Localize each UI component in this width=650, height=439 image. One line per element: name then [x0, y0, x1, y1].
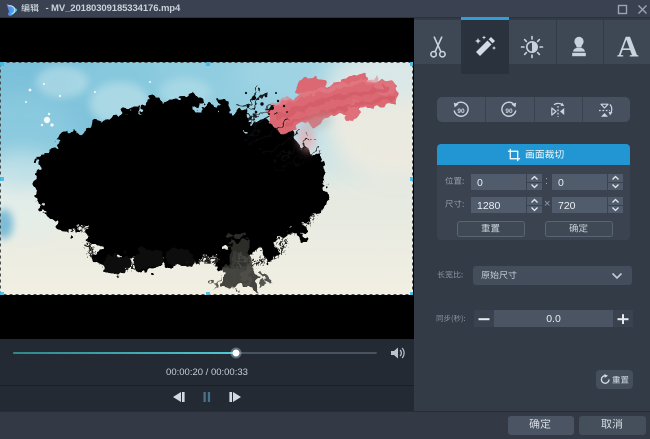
svg-text:90: 90: [457, 108, 465, 115]
svg-text:90: 90: [505, 108, 513, 115]
